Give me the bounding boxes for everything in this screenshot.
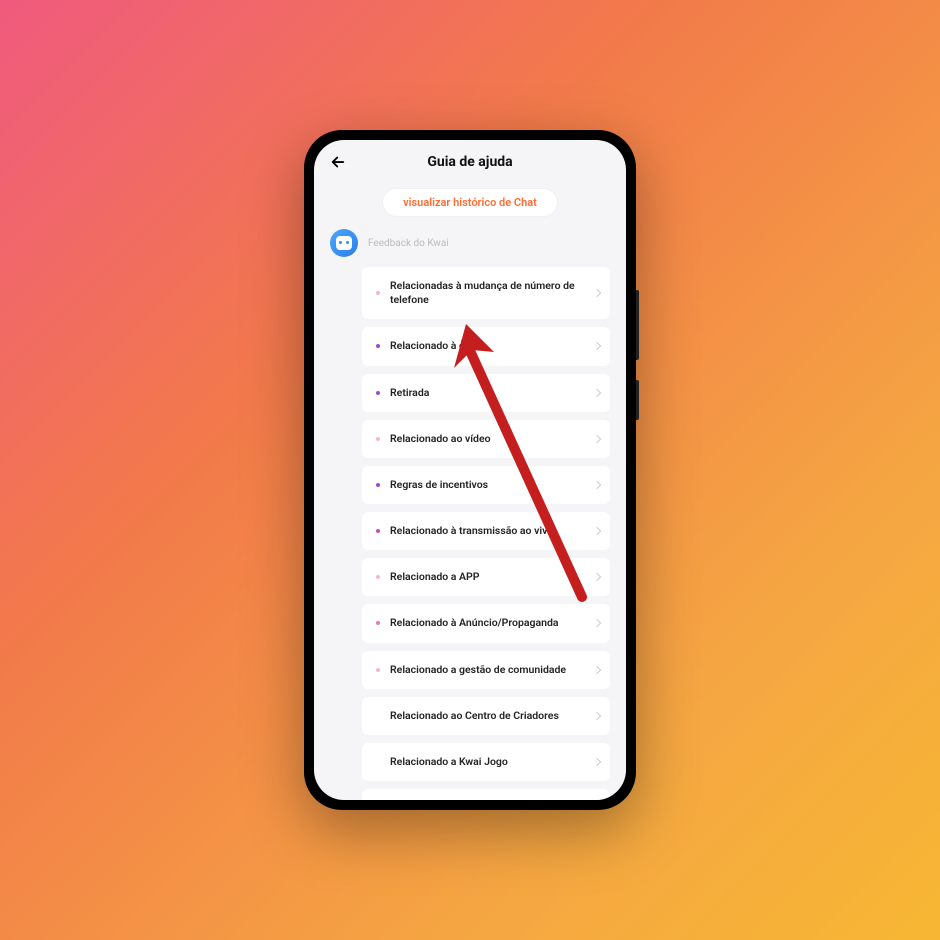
help-category-label: Relacionado a APP [390,570,594,584]
help-category-list: Relacionadas à mudança de número de tele… [314,267,626,800]
chevron-right-icon [593,573,601,581]
help-category-item[interactable]: Relacionado à Anúncio/Propaganda [362,604,610,642]
bullet-icon [376,437,380,441]
arrow-left-icon [329,153,347,171]
help-category-label: Retirada [390,386,594,400]
bullet-icon [376,391,380,395]
bullet-icon [376,760,380,764]
chevron-right-icon [593,619,601,627]
chevron-right-icon [593,712,601,720]
chevron-right-icon [593,289,601,297]
help-category-item[interactable]: Relacionado ao vídeo [362,420,610,458]
bullet-icon [376,714,380,718]
help-category-label: Relacionado a Kwai Jogo [390,755,594,769]
help-category-item[interactable]: Relacionado a gestão de comunidade [362,651,610,689]
back-button[interactable] [328,152,348,172]
help-category-label: Relacionado à conta [390,339,594,353]
screen: Guia de ajuda visualizar histórico de Ch… [314,140,626,800]
help-category-label: Relacionado à transmissão ao vivo [390,524,594,538]
bot-label: Feedback do Kwai [368,238,449,249]
help-category-label: Relacionado ao Centro de Criadores [390,709,594,723]
phone-frame: Guia de ajuda visualizar histórico de Ch… [304,130,636,810]
help-category-item[interactable]: Vender no Kwai [362,789,610,800]
chevron-right-icon [593,481,601,489]
help-category-label: Relacionado à Anúncio/Propaganda [390,616,594,630]
chevron-right-icon [593,388,601,396]
help-category-label: Relacionadas à mudança de número de tele… [390,279,594,307]
bullet-icon [376,483,380,487]
chevron-right-icon [593,342,601,350]
help-category-item[interactable]: Relacionado a APP [362,558,610,596]
help-category-label: Regras de incentivos [390,478,594,492]
chevron-right-icon [593,527,601,535]
bullet-icon [376,344,380,348]
chevron-right-icon [593,758,601,766]
help-category-label: Relacionado ao vídeo [390,432,594,446]
view-chat-history-button[interactable]: visualizar histórico de Chat [382,188,558,217]
chevron-right-icon [593,435,601,443]
help-category-label: Relacionado a gestão de comunidade [390,663,594,677]
bullet-icon [376,621,380,625]
bullet-icon [376,575,380,579]
phone-side-button [636,380,639,420]
bullet-icon [376,529,380,533]
bullet-icon [376,291,380,295]
bot-header-row: Feedback do Kwai [314,229,626,267]
help-category-item[interactable]: Relacionado à transmissão ao vivo [362,512,610,550]
bullet-icon [376,668,380,672]
help-category-item[interactable]: Relacionado à conta [362,327,610,365]
help-category-item[interactable]: Relacionado ao Centro de Criadores [362,697,610,735]
bot-avatar-icon [330,229,358,257]
help-category-item[interactable]: Relacionado a Kwai Jogo [362,743,610,781]
phone-side-button [636,290,639,360]
app-header: Guia de ajuda [314,140,626,182]
page-title: Guia de ajuda [314,154,626,170]
help-category-item[interactable]: Retirada [362,374,610,412]
help-category-item[interactable]: Regras de incentivos [362,466,610,504]
help-category-item[interactable]: Relacionadas à mudança de número de tele… [362,267,610,319]
chevron-right-icon [593,665,601,673]
